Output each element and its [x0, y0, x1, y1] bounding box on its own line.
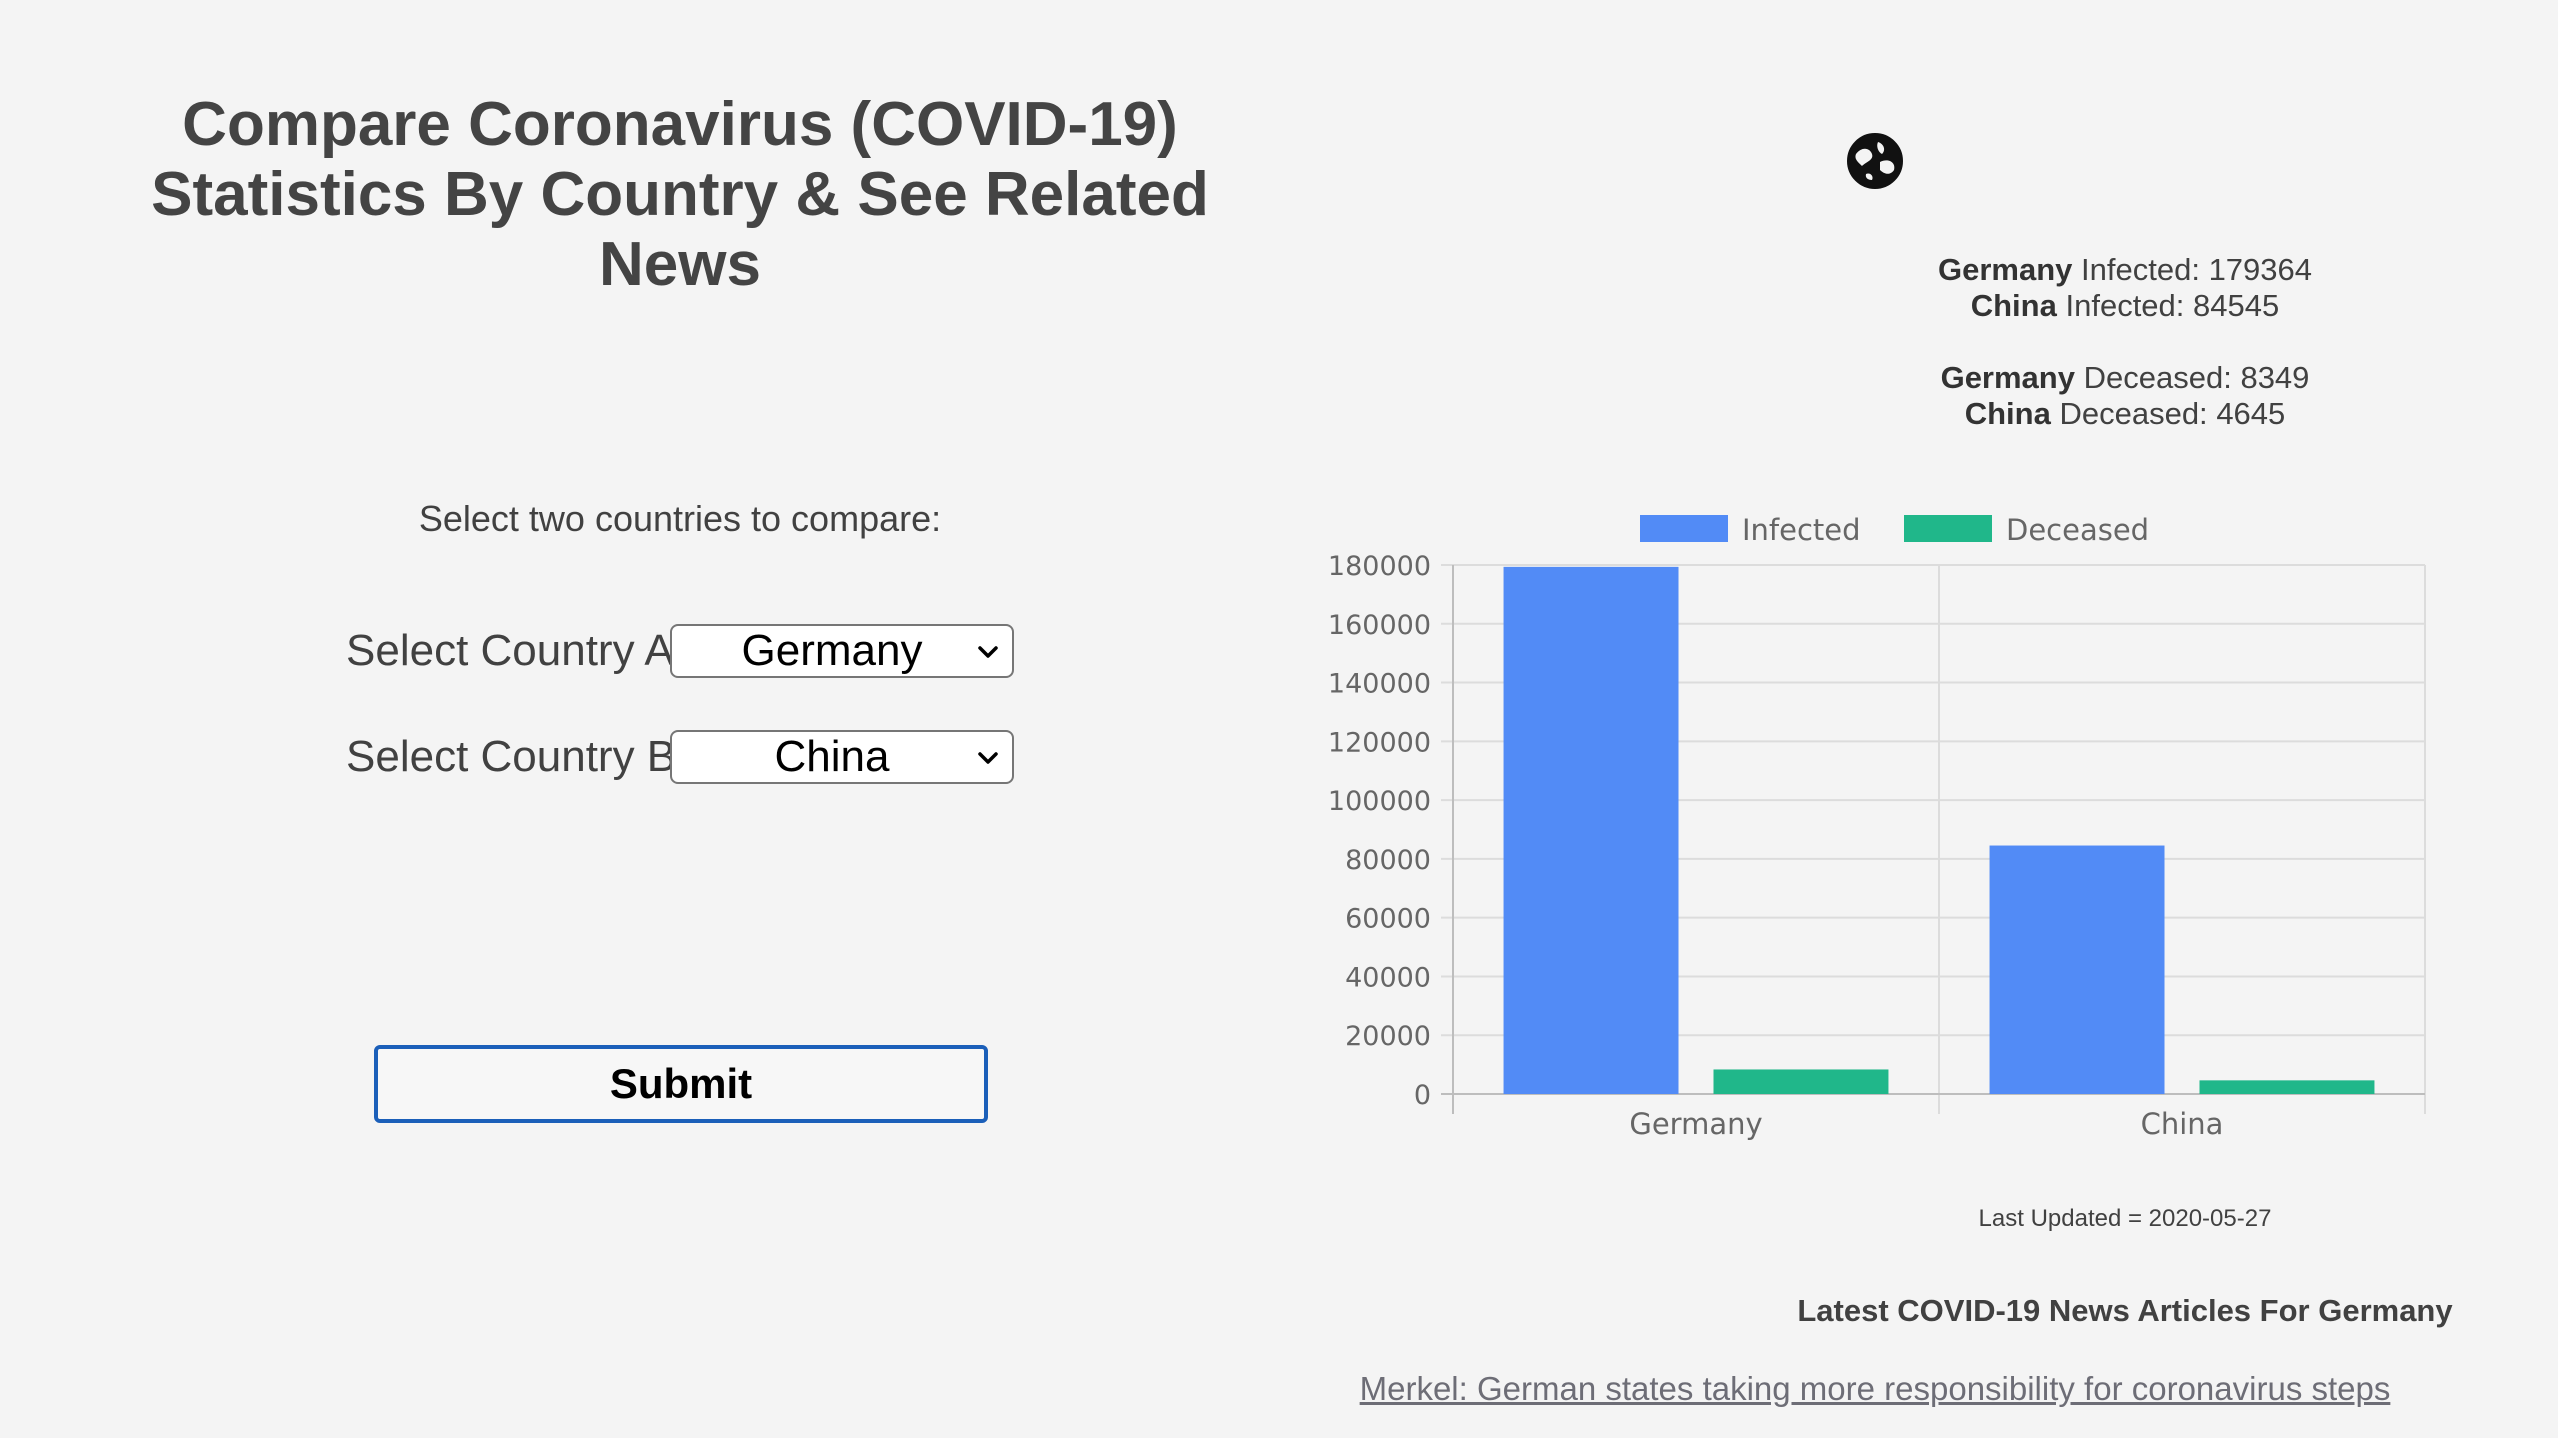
x-tick-label: Germany — [1629, 1107, 1762, 1141]
y-tick-label: 80000 — [1345, 845, 1431, 876]
infected-label: Infected: — [2065, 288, 2185, 323]
news-heading: Latest COVID-19 News Articles For German… — [1797, 1293, 2453, 1328]
country-b-row: Select Country B China — [346, 728, 1014, 786]
bar-infected-china — [1989, 845, 2165, 1094]
y-tick-label: 160000 — [1328, 610, 1431, 641]
country-a-select[interactable]: Germany — [670, 624, 1014, 678]
country-a-deceased-value: 8349 — [2240, 360, 2310, 395]
country-a-label: Select Country A — [346, 626, 674, 675]
legend-swatch-infected — [1640, 515, 1728, 542]
legend-label-deceased: Deceased — [2006, 513, 2149, 547]
country-b-selected-value: China — [774, 732, 890, 781]
x-tick-label: China — [2141, 1107, 2224, 1141]
y-tick-label: 120000 — [1328, 727, 1431, 758]
legend-label-infected: Infected — [1742, 513, 1861, 547]
country-b-select[interactable]: China — [670, 730, 1014, 784]
submit-button[interactable]: Submit — [374, 1045, 988, 1123]
bar-deceased-germany — [1713, 1069, 1889, 1094]
y-tick-label: 180000 — [1328, 551, 1431, 582]
legend-swatch-deceased — [1904, 515, 1992, 542]
country-a-deceased-line: Germany Deceased: 8349 — [1500, 360, 2558, 396]
deceased-label: Deceased: — [2083, 360, 2232, 395]
y-tick-label: 100000 — [1328, 786, 1431, 817]
country-b-deceased-value: 4645 — [2216, 396, 2286, 431]
chevron-down-icon — [978, 752, 998, 764]
bar-chart: 0 20000 40000 60000 80000 100000 120000 140000 1… — [1328, 513, 2426, 1141]
bar-infected-germany — [1503, 566, 1679, 1094]
page: Compare Coronavirus (COVID-19) Statistic… — [0, 0, 2558, 1438]
news-article-link[interactable]: Merkel: German states taking more respon… — [1300, 1370, 2450, 1408]
globe-icon — [1847, 133, 1903, 189]
page-title: Compare Coronavirus (COVID-19) Statistic… — [151, 90, 1209, 299]
country-a-name: Germany — [1940, 360, 2075, 395]
country-b-label: Select Country B — [346, 732, 677, 781]
country-b-infected-line: China Infected: 84545 — [1500, 288, 2558, 324]
y-tick-label: 40000 — [1345, 962, 1431, 993]
y-tick-label: 0 — [1414, 1080, 1431, 1111]
country-b-name: China — [1970, 288, 2057, 323]
infected-label: Infected: — [2081, 252, 2200, 287]
bar-deceased-china — [2199, 1080, 2375, 1094]
country-b-deceased-line: China Deceased: 4645 — [1500, 396, 2558, 432]
last-updated-text: Last Updated = 2020-05-27 — [1978, 1205, 2272, 1232]
country-a-infected-value: 179364 — [2208, 252, 2313, 287]
country-b-name: China — [1964, 396, 2051, 431]
country-a-selected-value: Germany — [741, 626, 923, 675]
deceased-label: Deceased: — [2059, 396, 2208, 431]
country-b-infected-value: 84545 — [2193, 288, 2280, 323]
country-a-infected-line: Germany Infected: 179364 — [1500, 252, 2558, 288]
instruction-text: Select two countries to compare: — [418, 498, 942, 539]
country-a-name: Germany — [1937, 252, 2073, 287]
country-a-row: Select Country A Germany — [346, 622, 1014, 680]
y-tick-label: 20000 — [1345, 1021, 1431, 1052]
chevron-down-icon — [978, 646, 998, 658]
y-tick-label: 140000 — [1328, 669, 1431, 700]
y-tick-label: 60000 — [1345, 904, 1431, 935]
